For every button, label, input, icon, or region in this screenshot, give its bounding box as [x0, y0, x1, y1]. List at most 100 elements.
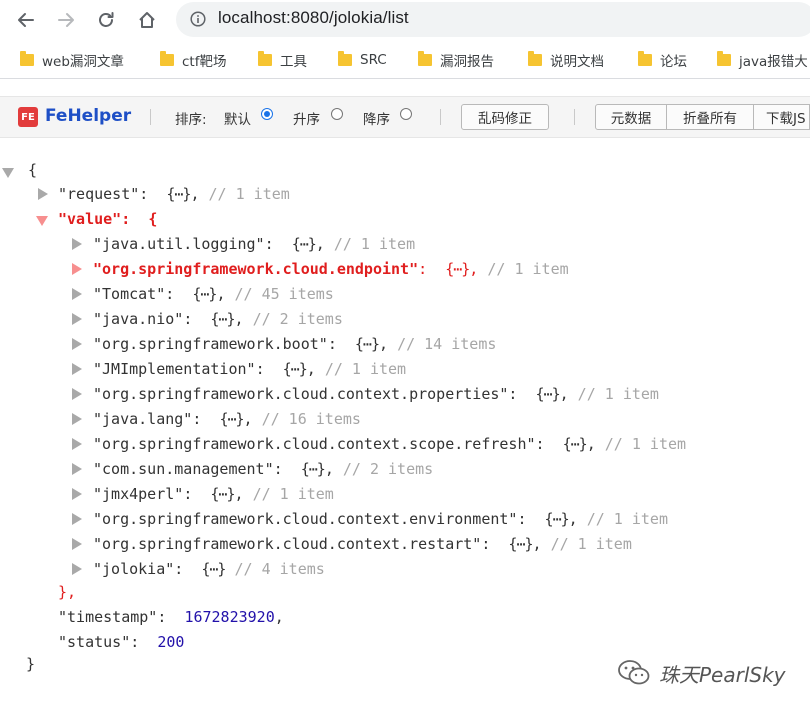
- json-entry-item[interactable]: "com.sun.management": {⋯}, // 2 items: [93, 458, 433, 480]
- json-entry-request[interactable]: "request": {⋯}, // 1 item: [58, 183, 290, 205]
- collapsed-object[interactable]: {⋯}: [301, 460, 326, 478]
- folder-icon: [160, 51, 174, 66]
- download-json-button[interactable]: 下载JS: [753, 104, 810, 130]
- json-entry-item[interactable]: "org.springframework.cloud.context.resta…: [93, 533, 632, 555]
- json-entry-item[interactable]: "org.springframework.cloud.context.envir…: [93, 508, 668, 530]
- item-count-comment: // 2 items: [342, 460, 434, 478]
- address-bar[interactable]: localhost:8080/jolokia/list: [176, 2, 810, 37]
- json-entry-item[interactable]: "org.springframework.cloud.endpoint": {⋯…: [93, 258, 569, 280]
- reload-button[interactable]: [94, 8, 118, 32]
- expand-arrow-icon[interactable]: [72, 463, 82, 475]
- json-entry-item[interactable]: "org.springframework.boot": {⋯}, // 14 i…: [93, 333, 496, 355]
- collapsed-object[interactable]: {⋯}: [563, 435, 588, 453]
- json-key: "JMImplementation": [93, 360, 256, 378]
- json-key: "com.sun.management": [93, 460, 274, 478]
- json-key: "status": [58, 633, 131, 651]
- collapsed-object[interactable]: {⋯}: [219, 410, 244, 428]
- fehelper-toolbar: FE FeHelper 排序: 默认 升序 降序 乱码修正 元数据 折叠所有 下…: [0, 96, 810, 138]
- expand-arrow-icon[interactable]: [72, 413, 82, 425]
- collapsed-object[interactable]: {⋯}: [210, 310, 235, 328]
- sort-default-label: 默认: [224, 112, 251, 128]
- folder-icon: [258, 51, 272, 66]
- expand-arrow-icon[interactable]: [72, 238, 82, 250]
- forward-button[interactable]: [54, 8, 78, 32]
- json-entry-status[interactable]: "status": 200: [58, 631, 184, 653]
- bookmark-item[interactable]: 工具: [258, 50, 307, 70]
- collapse-arrow-icon[interactable]: [2, 168, 14, 178]
- folder-icon: [717, 51, 731, 66]
- collapsed-object[interactable]: {⋯}: [166, 185, 191, 203]
- info-icon[interactable]: [190, 11, 206, 27]
- json-number-value: 200: [157, 633, 185, 651]
- json-entry-value[interactable]: "value": {: [58, 208, 157, 230]
- item-count-comment: // 1 item: [604, 435, 687, 453]
- json-viewer: { "request": {⋯}, // 1 item "value": { "…: [0, 152, 810, 708]
- collapsed-object[interactable]: {⋯}: [508, 535, 533, 553]
- item-count-comment: // 4 items: [234, 560, 325, 578]
- bookmark-item[interactable]: web漏洞文章: [20, 50, 124, 70]
- json-entry-item[interactable]: "java.lang": {⋯}, // 16 items: [93, 408, 361, 430]
- bookmark-item[interactable]: ctf靶场: [160, 50, 226, 70]
- expand-arrow-icon[interactable]: [72, 488, 82, 500]
- expand-arrow-icon[interactable]: [72, 363, 82, 375]
- json-entry-timestamp[interactable]: "timestamp": 1672823920,: [58, 606, 284, 628]
- back-button[interactable]: [14, 8, 38, 32]
- collapsed-object[interactable]: {⋯}: [192, 285, 217, 303]
- home-button[interactable]: [135, 8, 159, 32]
- json-number-value: 1672823920: [184, 608, 275, 626]
- collapsed-object[interactable]: {⋯}: [292, 235, 317, 253]
- expand-arrow-icon[interactable]: [72, 313, 82, 325]
- bookmark-item[interactable]: java报错大: [717, 50, 808, 70]
- expand-arrow-icon[interactable]: [72, 563, 82, 575]
- expand-arrow-icon[interactable]: [72, 263, 82, 275]
- expand-arrow-icon[interactable]: [72, 338, 82, 350]
- collapsed-object[interactable]: {⋯}: [283, 360, 308, 378]
- json-entry-item[interactable]: "java.nio": {⋯}, // 2 items: [93, 308, 343, 330]
- sort-desc-radio[interactable]: [400, 108, 412, 120]
- sort-asc-radio[interactable]: [331, 108, 343, 120]
- json-key: "request": [58, 185, 140, 203]
- bookmark-label: 漏洞报告: [440, 54, 494, 70]
- sort-default-radio[interactable]: [261, 108, 273, 120]
- json-entry-item[interactable]: "jmx4perl": {⋯}, // 1 item: [93, 483, 334, 505]
- raw-data-button[interactable]: 元数据: [595, 104, 667, 130]
- item-count-comment: // 1 item: [208, 185, 290, 203]
- expand-arrow-icon[interactable]: [38, 188, 48, 200]
- expand-arrow-icon[interactable]: [72, 513, 82, 525]
- bookmark-item[interactable]: 漏洞报告: [418, 50, 494, 70]
- divider: [150, 109, 151, 125]
- json-entry-item[interactable]: "JMImplementation": {⋯}, // 1 item: [93, 358, 406, 380]
- json-key: "timestamp": [58, 608, 158, 626]
- json-entry-item[interactable]: "org.springframework.cloud.context.scope…: [93, 433, 686, 455]
- collapsed-object[interactable]: {⋯}: [201, 560, 226, 578]
- json-key: "org.springframework.cloud.context.envir…: [93, 510, 518, 528]
- item-count-comment: // 1 item: [586, 510, 668, 528]
- reload-icon: [99, 12, 114, 27]
- json-key: "jmx4perl": [93, 485, 184, 503]
- expand-arrow-icon[interactable]: [72, 388, 82, 400]
- bookmark-item[interactable]: SRC: [338, 50, 387, 70]
- expand-arrow-icon[interactable]: [72, 438, 82, 450]
- folder-icon: [20, 51, 34, 66]
- expand-arrow-icon[interactable]: [72, 288, 82, 300]
- item-count-comment: // 1 item: [487, 260, 569, 278]
- collapsed-object[interactable]: {⋯}: [545, 510, 570, 528]
- json-entry-item[interactable]: "java.util.logging": {⋯}, // 1 item: [93, 233, 415, 255]
- json-key: "java.lang": [93, 410, 193, 428]
- collapsed-object[interactable]: {⋯}: [355, 335, 380, 353]
- collapse-arrow-icon[interactable]: [36, 216, 48, 226]
- collapsed-object[interactable]: {⋯}: [210, 485, 235, 503]
- json-entry-item[interactable]: "org.springframework.cloud.context.prope…: [93, 383, 659, 405]
- bookmark-label: java报错大: [739, 54, 808, 70]
- expand-arrow-icon[interactable]: [72, 538, 82, 550]
- json-entry-item[interactable]: "jolokia": {⋯} // 4 items: [93, 558, 325, 580]
- collapsed-object[interactable]: {⋯}: [536, 385, 561, 403]
- bookmark-item[interactable]: 说明文档: [528, 50, 604, 70]
- url-text[interactable]: localhost:8080/jolokia/list: [218, 8, 409, 28]
- collapse-all-button[interactable]: 折叠所有: [666, 104, 754, 130]
- collapsed-object[interactable]: {⋯}: [445, 260, 470, 278]
- json-entry-item[interactable]: "Tomcat": {⋯}, // 45 items: [93, 283, 334, 305]
- fix-encoding-button[interactable]: 乱码修正: [461, 104, 549, 130]
- bookmark-item[interactable]: 论坛: [638, 50, 687, 70]
- root-close-brace: }: [26, 655, 36, 673]
